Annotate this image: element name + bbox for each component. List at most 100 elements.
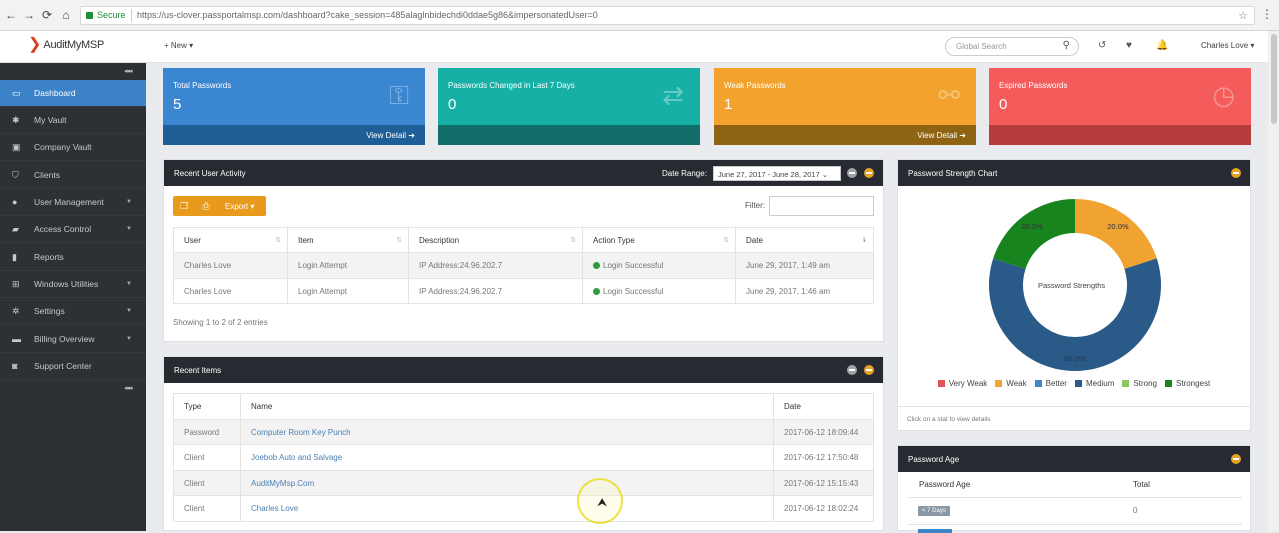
sidebar-item-user-management[interactable]: ● User Management ▼ (0, 189, 146, 216)
sidebar-item-windows-utilities[interactable]: ⊞ Windows Utilities ▼ (0, 271, 146, 298)
refresh-panel-icon[interactable] (847, 365, 857, 375)
legend-label: Strongest (1175, 379, 1211, 388)
item-link[interactable]: AuditMyMsp.Com (251, 479, 314, 488)
print-icon[interactable]: ⎙ (195, 201, 217, 212)
stat-card-passwords-changed: Passwords Changed in Last 7 Days 0 ⇄ (438, 68, 700, 145)
logo[interactable]: ❯ AuditMyMSP (28, 37, 104, 53)
donut-center-label: Password Strengths (1038, 281, 1106, 290)
legend-item-weak[interactable]: Weak (995, 379, 1027, 388)
column-header-label: Date (746, 235, 763, 245)
user-menu[interactable]: Charles Love ▾ (1201, 41, 1254, 50)
favorites-heart-icon[interactable]: ♥ (1126, 40, 1132, 51)
notifications-bell-icon[interactable]: 🔔 (1156, 40, 1168, 51)
check-circle-icon (593, 287, 600, 295)
donut-slice-strongest[interactable] (993, 199, 1075, 269)
credit-card-icon: ▬ (12, 334, 21, 344)
action-label: Login Successful (603, 286, 664, 296)
column-header-item[interactable]: Item ⇅ (287, 227, 409, 253)
minimize-panel-icon[interactable] (864, 168, 874, 178)
legend-label: Medium (1085, 379, 1115, 388)
legend-item-very-weak[interactable]: Very Weak (937, 379, 988, 388)
table-row[interactable]: Charles Love Login Attempt IP Address:24… (173, 252, 874, 279)
sidebar-collapse-icon[interactable]: ◂◂◂ (124, 67, 132, 75)
table-row[interactable]: Password Computer Room Key Punch 2017-06… (173, 419, 874, 445)
sidebar-item-settings[interactable]: ✲ Settings ▼ (0, 298, 146, 325)
export-button[interactable]: Export ▾ (225, 202, 254, 211)
table-header-row: User ⇅ Item ⇅ Description ⇅ Action Type ⇅ Da… (173, 227, 874, 253)
secure-label: Secure (97, 10, 126, 20)
sidebar-item-label: User Management (34, 197, 104, 207)
column-header-date: Date (773, 393, 874, 420)
minimize-panel-icon[interactable] (1231, 454, 1241, 464)
forward-icon[interactable]: → (23, 9, 35, 21)
filter-label: Filter: (745, 201, 765, 210)
age-total: 0 (1133, 506, 1138, 515)
top-navbar: ❯ AuditMyMSP + New ▾ Global Search ⚲ ↺ ♥… (0, 31, 1279, 63)
address-bar[interactable]: Secure https://us-clover.passportalmsp.c… (80, 6, 1255, 25)
sidebar-item-my-vault[interactable]: ✱ My Vault (0, 107, 146, 134)
table-row[interactable]: Charles Love Login Attempt IP Address:24… (173, 278, 874, 304)
cell-date: June 29, 2017, 1:49 am (735, 252, 874, 279)
column-header-user[interactable]: User ⇅ (173, 227, 288, 253)
legend-label: Very Weak (948, 379, 988, 388)
history-icon[interactable]: ↺ (1098, 40, 1106, 51)
bookmark-star-icon[interactable]: ☆ (1238, 9, 1248, 22)
legend-item-medium[interactable]: Medium (1074, 379, 1115, 388)
cell-type: Client (173, 470, 241, 496)
sidebar-item-dashboard[interactable]: ▭ Dashboard (0, 80, 146, 107)
sidebar-item-label: Settings (34, 306, 65, 316)
filter-input[interactable] (769, 196, 874, 216)
column-header-description[interactable]: Description ⇅ (408, 227, 583, 253)
copy-icon[interactable]: ❐ (173, 201, 195, 212)
url-text[interactable]: https://us-clover.passportalmsp.com/dash… (137, 10, 598, 20)
legend-item-strongest[interactable]: Strongest (1164, 379, 1211, 388)
legend-item-better[interactable]: Better (1034, 379, 1067, 388)
item-link[interactable]: Charles Love (251, 504, 298, 513)
donut-slice-weak[interactable] (1075, 199, 1157, 269)
search-icon[interactable]: ⚲ (1063, 40, 1070, 51)
view-detail-link[interactable]: View Detail ➜ (714, 125, 976, 145)
column-header-date[interactable]: Date ⇂ (735, 227, 874, 253)
table-row[interactable]: Client Joebob Auto and Salvage 2017-06-1… (173, 444, 874, 471)
sidebar-item-support-center[interactable]: ◙ Support Center (0, 353, 146, 380)
panel-title: Recent User Activity (174, 169, 246, 178)
scrollbar-thumb[interactable] (1271, 34, 1277, 124)
column-header-action-type[interactable]: Action Type ⇅ (582, 227, 736, 253)
refresh-panel-icon[interactable] (847, 168, 857, 178)
table-row[interactable]: Client AuditMyMsp.Com 2017-06-12 15:15:4… (173, 470, 874, 496)
sidebar-item-reports[interactable]: ▮ Reports (0, 244, 146, 271)
check-circle-icon (593, 262, 600, 269)
global-search-input[interactable]: Global Search ⚲ (945, 37, 1079, 56)
table-row[interactable]: Client Charles Love 2017-06-12 18:02:24 (173, 495, 874, 522)
cell-date: 2017-06-12 15:15:43 (773, 470, 874, 496)
sidebar-item-label: Company Vault (34, 142, 92, 152)
browser-menu-icon[interactable]: ⋮ (1261, 7, 1273, 21)
stat-card-value: 0 (448, 96, 457, 113)
new-menu-button[interactable]: + New ▾ (164, 41, 193, 50)
legend-item-strong[interactable]: Strong (1122, 379, 1157, 388)
minimize-panel-icon[interactable] (1231, 168, 1241, 178)
cell-description: IP Address:24.96.202.7 (408, 278, 583, 304)
item-link[interactable]: Computer Room Key Punch (251, 428, 351, 437)
cell-date: June 29, 2017, 1:46 am (735, 278, 874, 304)
sidebar-collapse-icon[interactable]: ◂◂◂ (124, 384, 132, 392)
sidebar-item-clients[interactable]: ⛉ Clients (0, 162, 146, 189)
sidebar-item-access-control[interactable]: ▰ Access Control ▼ (0, 216, 146, 243)
reload-icon[interactable]: ⟳ (41, 9, 53, 21)
sidebar-item-billing-overview[interactable]: ▬ Billing Overview ▼ (0, 326, 146, 353)
column-header-label: User (184, 235, 201, 245)
sort-icon: ⇅ (396, 237, 402, 244)
minimize-panel-icon[interactable] (864, 365, 874, 375)
view-detail-link[interactable]: View Detail ➜ (163, 125, 425, 145)
cell-description: IP Address:24.96.202.7 (408, 252, 583, 279)
home-icon[interactable]: ⌂ (60, 9, 72, 21)
legend-label: Strong (1133, 379, 1157, 388)
chart-hint: Click on a stat to view details (907, 416, 991, 423)
date-range-picker[interactable]: June 27, 2017 - June 28, 2017 ⌄ (713, 166, 841, 181)
sidebar-item-company-vault[interactable]: ▣ Company Vault (0, 134, 146, 161)
global-search-placeholder: Global Search (956, 42, 1007, 51)
panel-title: Password Strength Chart (908, 169, 998, 178)
back-icon[interactable]: ← (5, 9, 17, 21)
caret-down-icon: ▼ (126, 281, 132, 287)
item-link[interactable]: Joebob Auto and Salvage (251, 453, 342, 462)
